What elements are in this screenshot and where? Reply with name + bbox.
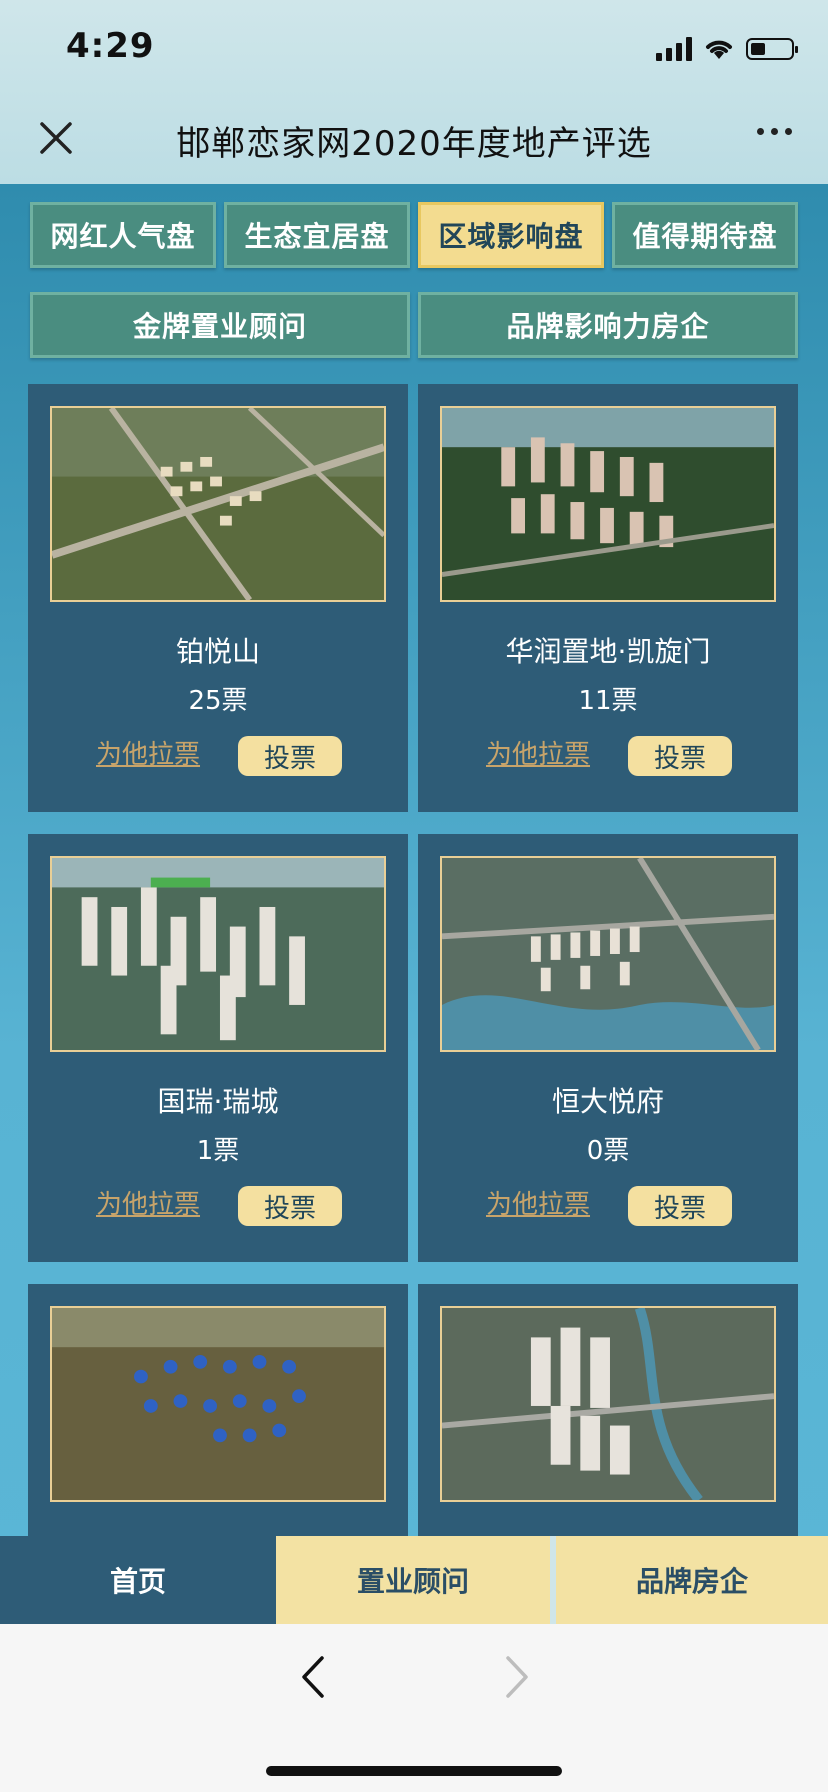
tab-gold-consultant[interactable]: 金牌置业顾问: [30, 292, 410, 358]
tab-property-consultant[interactable]: 置业顾问: [275, 1536, 550, 1624]
forward-arrow-icon[interactable]: [502, 1654, 532, 1700]
project-photo[interactable]: [440, 406, 776, 602]
tab-internet-popular[interactable]: 网红人气盘: [30, 202, 216, 268]
tab-eco-livable[interactable]: 生态宜居盘: [224, 202, 410, 268]
tab-worth-expecting[interactable]: 值得期待盘: [612, 202, 798, 268]
tab-regional-influence[interactable]: 区域影响盘: [418, 202, 604, 268]
wifi-icon: [706, 40, 732, 59]
project-card: 华润置地·凯旋门 11票 为他拉票 投票: [418, 384, 798, 812]
project-name: 华润置地·凯旋门: [505, 635, 711, 668]
canvass-link[interactable]: 为他拉票: [486, 734, 590, 771]
status-icons: [656, 34, 798, 64]
home-indicator[interactable]: [266, 1766, 562, 1776]
vote-count: 25票: [188, 686, 248, 716]
vote-count: 1票: [196, 1136, 240, 1166]
project-card: 铂悦山 25票 为他拉票 投票: [28, 384, 408, 812]
vote-button[interactable]: 投票: [628, 1186, 732, 1226]
canvass-link[interactable]: 为他拉票: [96, 1184, 200, 1221]
canvass-link[interactable]: 为他拉票: [486, 1184, 590, 1221]
project-photo[interactable]: [50, 406, 386, 602]
project-name: 国瑞·瑞城: [157, 1085, 279, 1118]
status-time: 4:29: [66, 26, 155, 66]
bottom-tab-bar: 首页 置业顾问 品牌房企: [0, 1536, 828, 1624]
tab-home[interactable]: 首页: [0, 1536, 276, 1624]
project-photo[interactable]: [50, 1306, 386, 1502]
project-card: 国瑞·瑞城 1票 为他拉票 投票: [28, 834, 408, 1262]
vote-count: 11票: [578, 686, 638, 716]
main-content[interactable]: 网红人气盘 生态宜居盘 区域影响盘 值得期待盘 金牌置业顾问 品牌影响力房企 铂…: [0, 184, 828, 1624]
browser-navigation: [0, 1624, 828, 1792]
page-title: 邯郸恋家网2020年度地产评选: [176, 124, 652, 164]
project-name: 恒大悦府: [551, 1085, 664, 1118]
vote-button[interactable]: 投票: [238, 736, 342, 776]
vote-button[interactable]: 投票: [238, 1186, 342, 1226]
tab-brand-developers[interactable]: 品牌房企: [549, 1536, 828, 1624]
project-photo[interactable]: [440, 1306, 776, 1502]
vote-count: 0票: [586, 1136, 630, 1166]
tab-brand-developer[interactable]: 品牌影响力房企: [418, 292, 798, 358]
project-card: 恒大悦府 0票 为他拉票 投票: [418, 834, 798, 1262]
top-bar: 4:29 邯郸恋家网2020年度地产评选: [0, 0, 828, 184]
more-options-icon[interactable]: [757, 128, 792, 135]
battery-icon: [746, 38, 798, 60]
cellular-signal-icon: [656, 37, 692, 61]
vote-button[interactable]: 投票: [628, 736, 732, 776]
project-photo[interactable]: [50, 856, 386, 1052]
project-name: 铂悦山: [175, 635, 260, 668]
canvass-link[interactable]: 为他拉票: [96, 734, 200, 771]
project-photo[interactable]: [440, 856, 776, 1052]
back-arrow-icon[interactable]: [298, 1654, 328, 1700]
